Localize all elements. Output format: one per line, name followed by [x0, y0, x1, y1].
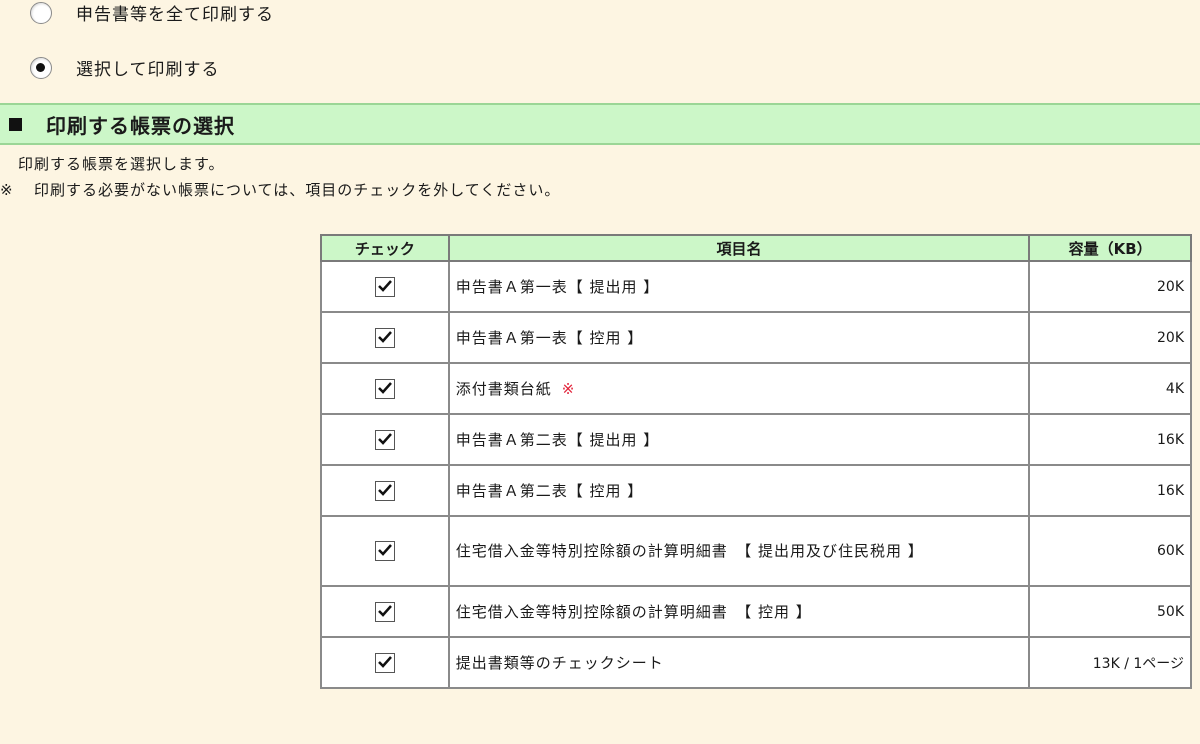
form-size: 50K — [1028, 585, 1192, 638]
note-mark-red: ※ — [561, 379, 576, 398]
form-checkbox[interactable] — [374, 480, 395, 501]
note-text: 印刷する必要がない帳票については、項目のチェックを外してください。 — [34, 181, 561, 199]
check-cell — [320, 464, 450, 517]
form-checkbox[interactable] — [374, 652, 395, 673]
table-row: 申告書Ａ第一表【 提出用 】 20K — [320, 260, 1192, 313]
form-checkbox[interactable] — [374, 378, 395, 399]
checkmark-icon — [377, 655, 392, 668]
form-size: 13K / 1ページ — [1028, 636, 1192, 689]
form-checkbox[interactable] — [374, 327, 395, 348]
print-all-option[interactable]: 申告書等を全て印刷する — [30, 0, 274, 25]
form-size: 16K — [1028, 413, 1192, 466]
square-bullet-icon — [9, 117, 22, 131]
form-name: 添付書類台紙 — [455, 379, 552, 398]
form-name: 住宅借入金等特別控除額の計算明細書 【 提出用及び住民税用 】 — [447, 515, 1031, 587]
table-header-row: チェック 項目名 容量（KB） — [320, 234, 1192, 262]
check-cell — [320, 362, 450, 415]
checkmark-icon — [377, 432, 392, 445]
form-name: 申告書Ａ第二表【 控用 】 — [447, 464, 1031, 517]
form-name: 申告書Ａ第一表【 提出用 】 — [447, 260, 1031, 313]
form-size: 60K — [1028, 515, 1192, 587]
check-cell — [320, 311, 450, 364]
check-cell — [320, 260, 450, 313]
checkmark-icon — [377, 279, 392, 292]
table-row: 申告書Ａ第一表【 控用 】 20K — [320, 311, 1192, 364]
form-name: 住宅借入金等特別控除額の計算明細書 【 控用 】 — [447, 585, 1031, 638]
form-name: 申告書Ａ第一表【 控用 】 — [447, 311, 1031, 364]
column-header-size: 容量（KB） — [1028, 234, 1192, 262]
print-selected-label: 選択して印刷する — [76, 60, 220, 80]
checkmark-icon — [377, 483, 392, 496]
check-cell — [320, 515, 450, 587]
check-cell — [320, 413, 450, 466]
checkmark-icon — [377, 604, 392, 617]
table-row: 提出書類等のチェックシート 13K / 1ページ — [320, 636, 1192, 689]
checkmark-icon — [377, 544, 392, 556]
form-checkbox[interactable] — [374, 601, 395, 622]
checkmark-icon — [377, 330, 392, 343]
table-row: 住宅借入金等特別控除額の計算明細書 【 提出用及び住民税用 】 60K — [320, 515, 1192, 587]
section-header: 印刷する帳票の選択 — [0, 103, 1200, 145]
description-text: 印刷する帳票を選択します。 — [18, 155, 225, 173]
table-row: 住宅借入金等特別控除額の計算明細書 【 控用 】 50K — [320, 585, 1192, 638]
column-header-check: チェック — [320, 234, 450, 262]
table-row: 申告書Ａ第二表【 控用 】 16K — [320, 464, 1192, 517]
checkmark-icon — [377, 381, 392, 394]
form-name: 申告書Ａ第二表【 提出用 】 — [447, 413, 1031, 466]
check-cell — [320, 636, 450, 689]
form-size: 20K — [1028, 260, 1192, 313]
forms-table: チェック 項目名 容量（KB） 申告書Ａ第一表【 提出用 】 20K 申告書Ａ第… — [320, 234, 1192, 689]
description-note: ※ 印刷する必要がない帳票については、項目のチェックを外してください。 — [0, 179, 560, 200]
form-checkbox[interactable] — [374, 541, 395, 561]
column-header-name: 項目名 — [447, 234, 1031, 262]
print-selected-radio[interactable] — [30, 56, 52, 79]
form-name: 提出書類等のチェックシート — [447, 636, 1031, 689]
check-cell — [320, 585, 450, 638]
section-title: 印刷する帳票の選択 — [46, 113, 235, 138]
form-checkbox[interactable] — [374, 429, 395, 450]
form-name-cell: 添付書類台紙 ※ — [447, 362, 1031, 415]
print-selected-option[interactable]: 選択して印刷する — [30, 55, 220, 80]
form-size: 20K — [1028, 311, 1192, 364]
form-size: 16K — [1028, 464, 1192, 517]
table-row: 申告書Ａ第二表【 提出用 】 16K — [320, 413, 1192, 466]
form-checkbox[interactable] — [374, 276, 395, 297]
print-all-radio[interactable] — [30, 1, 52, 24]
table-row: 添付書類台紙 ※ 4K — [320, 362, 1192, 415]
note-mark: ※ — [0, 181, 14, 199]
print-all-label: 申告書等を全て印刷する — [76, 5, 274, 25]
form-size: 4K — [1028, 362, 1192, 415]
